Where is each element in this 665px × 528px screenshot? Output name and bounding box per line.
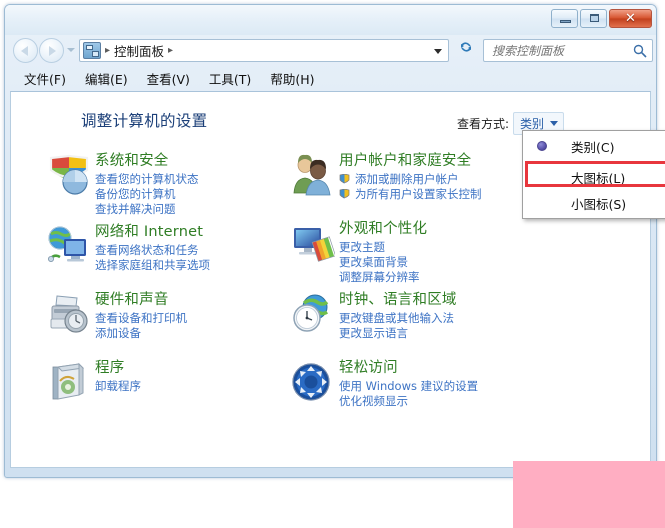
pink-redaction-overlay <box>513 461 665 528</box>
address-bar[interactable]: ▸ 控制面板 ▸ <box>79 39 449 62</box>
security-shield-icon <box>49 154 89 195</box>
navigation-bar: ▸ 控制面板 ▸ <box>5 35 656 67</box>
menu-file[interactable]: 文件(F) <box>21 68 69 89</box>
desktop-background: ✕ ▸ 控制面板 ▸ 搜索控制面板 文件(F) 编辑(E) 查看(V) 工具(T… <box>0 0 665 528</box>
category-link[interactable]: 更改键盘或其他输入法 <box>339 311 583 326</box>
refresh-button[interactable] <box>455 39 477 62</box>
maximize-icon <box>590 14 599 22</box>
search-box[interactable] <box>483 39 653 62</box>
window-titlebar[interactable]: ✕ <box>5 5 656 35</box>
category-link-text: 添加或删除用户帐户 <box>355 172 459 186</box>
breadcrumb-separator-icon: ▸ <box>105 45 111 56</box>
view-by-dropdown-menu: 类别(C) 大图标(L) 小图标(S) <box>522 130 665 219</box>
chevron-down-icon <box>550 121 558 126</box>
refresh-icon <box>461 42 471 52</box>
category-link[interactable]: 更改显示语言 <box>339 326 583 341</box>
uac-shield-icon <box>339 189 350 199</box>
view-menu-item-category[interactable]: 类别(C) <box>523 133 665 159</box>
menu-edit[interactable]: 编辑(E) <box>82 68 131 89</box>
close-icon: ✕ <box>625 11 636 26</box>
appearance-monitor-icon <box>294 228 335 262</box>
close-button[interactable]: ✕ <box>609 9 652 28</box>
category-link-text: 为所有用户设置家长控制 <box>355 187 482 201</box>
window-controls: ✕ <box>551 9 652 28</box>
menu-view[interactable]: 查看(V) <box>144 68 193 89</box>
printer-icon <box>50 295 88 333</box>
category-link[interactable]: 调整屏幕分辨率 <box>339 270 583 285</box>
view-menu-label: 类别(C) <box>571 139 615 155</box>
view-menu-label: 大图标(L) <box>571 170 626 186</box>
breadcrumb-separator-icon-2[interactable]: ▸ <box>168 45 173 56</box>
category-title[interactable]: 外观和个性化 <box>339 220 583 238</box>
clock-globe-icon <box>293 294 329 332</box>
forward-button[interactable] <box>39 38 64 63</box>
radio-selected-icon <box>537 141 547 151</box>
minimize-button[interactable] <box>551 9 578 28</box>
search-icon <box>633 44 647 58</box>
category-link[interactable]: 使用 Windows 建议的设置 <box>339 379 583 394</box>
category-title[interactable]: 时钟、语言和区域 <box>339 291 583 309</box>
category-title[interactable]: 轻松访问 <box>339 359 583 377</box>
view-menu-item-small-icons[interactable]: 小图标(S) <box>523 190 665 216</box>
programs-box-icon <box>52 362 85 400</box>
category-appearance-and-personalization[interactable]: 外观和个性化 更改主题 更改桌面背景 调整屏幕分辨率 <box>283 220 583 285</box>
users-icon <box>293 154 331 196</box>
menu-bar: 文件(F) 编辑(E) 查看(V) 工具(T) 帮助(H) <box>5 67 656 89</box>
category-link[interactable]: 更改主题 <box>339 240 583 255</box>
category-clock-language-region[interactable]: 时钟、语言和区域 更改键盘或其他输入法 更改显示语言 <box>283 291 583 353</box>
category-link[interactable]: 更改桌面背景 <box>339 255 583 270</box>
network-globe-icon <box>48 226 86 262</box>
breadcrumb-control-panel[interactable]: 控制面板 <box>114 41 164 60</box>
control-panel-window: ✕ ▸ 控制面板 ▸ 搜索控制面板 文件(F) 编辑(E) 查看(V) 工具(T… <box>4 4 657 478</box>
page-title: 调整计算机的设置 <box>81 112 208 130</box>
view-by-label: 查看方式: <box>456 117 509 131</box>
search-input[interactable] <box>490 43 632 59</box>
maximize-button[interactable] <box>580 9 607 28</box>
control-panel-icon <box>83 42 101 59</box>
category-link[interactable]: 优化视频显示 <box>339 394 583 409</box>
menu-tools[interactable]: 工具(T) <box>206 68 254 89</box>
minimize-icon <box>560 20 571 23</box>
address-dropdown-chevron-down-icon[interactable] <box>434 49 442 54</box>
menu-separator <box>526 161 665 162</box>
ease-of-access-icon <box>292 363 330 401</box>
menu-help[interactable]: 帮助(H) <box>267 68 317 89</box>
category-ease-of-access[interactable]: 轻松访问 使用 Windows 建议的设置 优化视频显示 <box>283 359 583 421</box>
recent-pages-chevron-down-icon[interactable] <box>67 48 75 52</box>
uac-shield-icon <box>339 174 350 184</box>
view-menu-item-large-icons[interactable]: 大图标(L) <box>523 164 665 190</box>
view-menu-label: 小图标(S) <box>571 196 627 212</box>
back-button[interactable] <box>13 38 38 63</box>
